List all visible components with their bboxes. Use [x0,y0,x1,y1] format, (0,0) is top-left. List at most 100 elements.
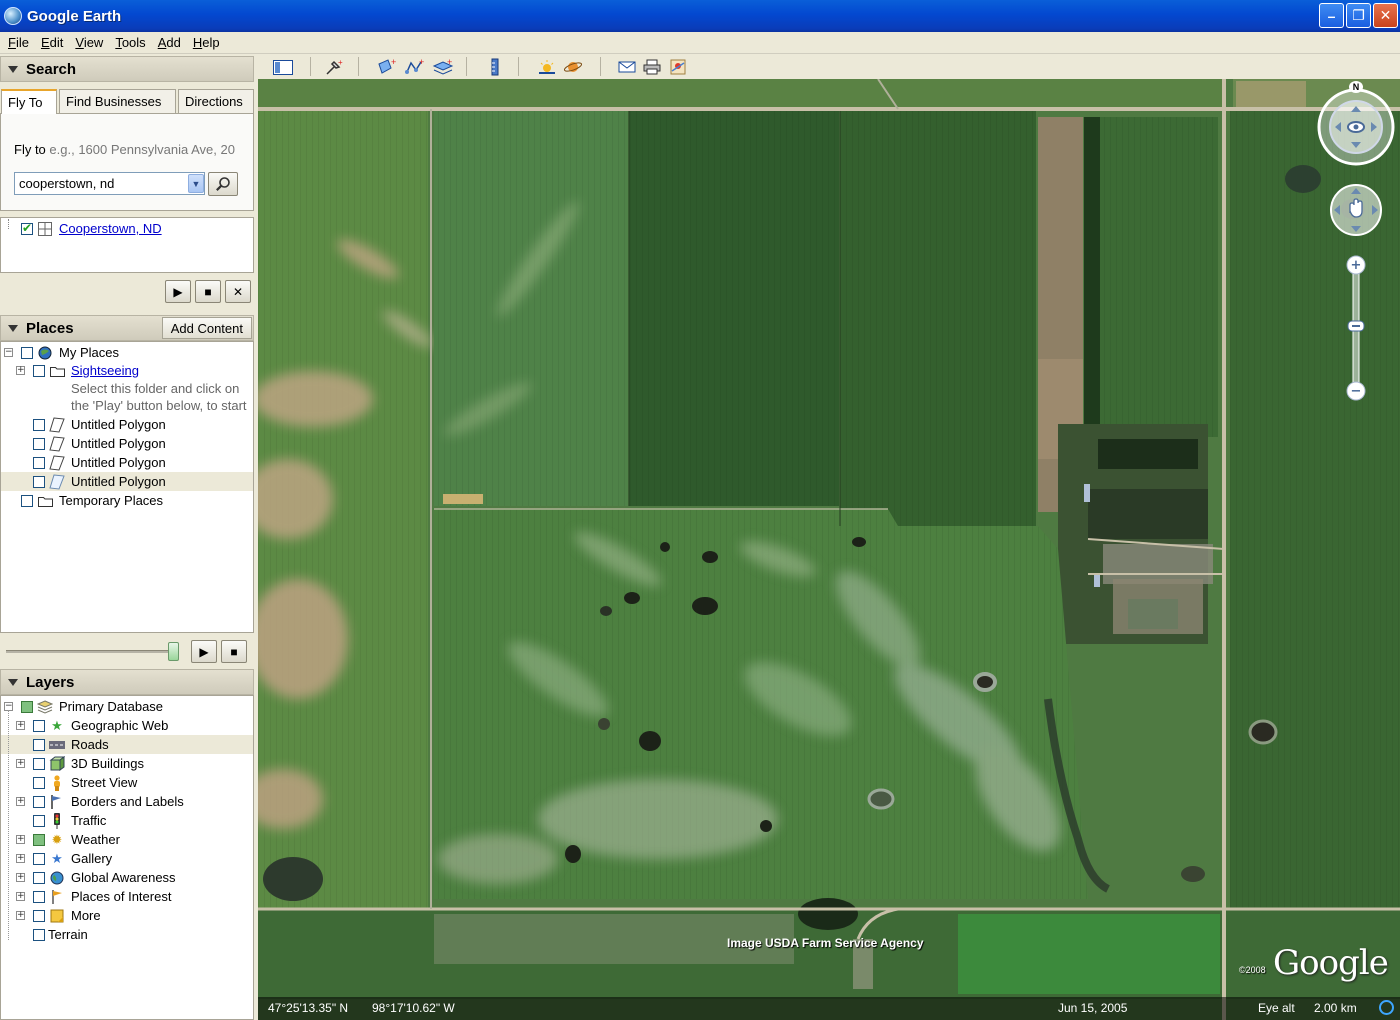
tree-item-polygon[interactable]: Untitled Polygon [1,453,253,472]
expand-icon[interactable]: + [16,366,25,375]
tree-checkbox[interactable] [33,928,45,941]
image-overlay-button[interactable]: + [432,57,454,77]
layer-weather[interactable]: + ✹ Weather [1,830,253,849]
play-tour-button[interactable]: ▶ [165,280,191,303]
tree-checkbox[interactable] [33,738,45,751]
menu-tools[interactable]: Tools [111,35,153,50]
menu-help[interactable]: Help [189,35,228,50]
tree-item-temporary-places[interactable]: Temporary Places [1,491,253,510]
play-button[interactable]: ▶ [191,640,217,663]
tree-checkbox[interactable] [33,418,45,431]
search-result-item[interactable]: Cooperstown, ND [1,219,253,238]
tree-item-polygon-selected[interactable]: Untitled Polygon [1,472,253,491]
tree-checkbox[interactable] [33,776,45,789]
tree-label[interactable]: Sightseeing [71,363,139,378]
layer-more[interactable]: + More [1,906,253,925]
dropdown-arrow-icon[interactable]: ▼ [188,174,204,193]
layer-terrain[interactable]: Terrain [1,925,253,944]
tree-checkbox[interactable] [33,456,45,469]
tree-checkbox[interactable] [33,833,45,846]
tree-checkbox[interactable] [33,814,45,827]
places-panel-header[interactable]: Places Add Content [0,315,254,341]
minimize-button[interactable]: – [1319,3,1344,28]
add-content-button[interactable]: Add Content [161,317,252,339]
search-panel-header[interactable]: Search [0,56,254,82]
tree-checkbox[interactable] [33,871,45,884]
expand-icon[interactable]: + [16,854,25,863]
tree-item-sightseeing[interactable]: + Sightseeing [1,361,253,380]
sunlight-button[interactable] [536,57,558,77]
add-path-button[interactable]: + [404,57,426,77]
expand-icon[interactable]: + [16,835,25,844]
tree-checkbox[interactable] [33,852,45,865]
result-checkbox[interactable] [21,221,33,235]
expand-icon[interactable]: + [16,873,25,882]
layer-roads[interactable]: Roads [1,735,253,754]
layer-street-view[interactable]: Street View [1,773,253,792]
tree-item-polygon[interactable]: Untitled Polygon [1,434,253,453]
tree-item-polygon[interactable]: Untitled Polygon [1,415,253,434]
placemark-button[interactable]: + [324,57,346,77]
layer-3d-buildings[interactable]: + 3D Buildings [1,754,253,773]
tree-checkbox[interactable] [33,364,45,377]
email-button[interactable] [616,57,638,77]
menu-file[interactable]: File [4,35,37,50]
menu-add[interactable]: Add [154,35,189,50]
clear-button[interactable]: ✕ [225,280,251,303]
expand-icon[interactable]: + [16,721,25,730]
tab-fly-to[interactable]: Fly To [1,89,57,114]
close-button[interactable]: ✕ [1373,3,1398,28]
stop-button[interactable]: ■ [195,280,221,303]
print-button[interactable] [641,57,663,77]
maximize-button[interactable]: ❐ [1346,3,1371,28]
collapse-icon[interactable]: − [4,348,13,357]
tab-find-businesses[interactable]: Find Businesses [59,89,176,113]
stop-button[interactable]: ■ [221,640,247,663]
tab-directions[interactable]: Directions [178,89,254,113]
tree-checkbox[interactable] [33,890,45,903]
tree-checkbox[interactable] [33,475,45,488]
layer-global-awareness[interactable]: + Global Awareness [1,868,253,887]
search-button[interactable] [208,172,238,196]
tree-checkbox[interactable] [21,494,33,507]
layer-places-of-interest[interactable]: + Places of Interest [1,887,253,906]
expand-icon[interactable]: + [16,911,25,920]
tree-checkbox[interactable] [33,719,45,732]
layer-gallery[interactable]: + ★ Gallery [1,849,253,868]
tour-slider-thumb[interactable] [168,642,179,661]
layer-traffic[interactable]: Traffic [1,811,253,830]
layer-borders-labels[interactable]: + Borders and Labels [1,792,253,811]
fly-to-input[interactable] [14,172,205,195]
sidebar-toggle-button[interactable] [272,57,294,77]
tree-label: Untitled Polygon [71,474,166,489]
layer-primary-database[interactable]: − Primary Database [1,697,253,716]
menu-edit[interactable]: Edit [37,35,71,50]
expand-icon[interactable]: + [16,797,25,806]
menu-view[interactable]: View [71,35,111,50]
imagery-date: Jun 15, 2005 [1058,1001,1128,1015]
ruler-button[interactable] [484,57,506,77]
view-in-maps-button[interactable] [667,57,689,77]
planets-button[interactable] [562,57,584,77]
expand-icon[interactable]: + [16,892,25,901]
tree-label: Untitled Polygon [71,417,166,432]
map-viewport[interactable]: N + − Image USDA Farm Service Agency ©20… [258,79,1400,1020]
tree-checkbox[interactable] [21,346,33,359]
layer-geographic-web[interactable]: + ★ Geographic Web [1,716,253,735]
tour-slider-track[interactable] [6,650,178,653]
satellite-imagery[interactable] [258,79,1400,1020]
layers-panel-title: Layers [26,673,75,691]
tree-checkbox[interactable] [33,757,45,770]
result-link[interactable]: Cooperstown, ND [59,221,162,236]
tree-checkbox[interactable] [33,909,45,922]
layers-panel-header[interactable]: Layers [0,669,254,695]
add-polygon-button[interactable]: + [376,57,398,77]
tree-checkbox[interactable] [33,795,45,808]
tree-checkbox[interactable] [33,437,45,450]
tree-checkbox[interactable] [21,700,33,713]
more-folder-icon [49,908,65,924]
north-indicator[interactable]: N [1349,81,1363,93]
expand-icon[interactable]: + [16,759,25,768]
google-logo: Google [1273,943,1389,983]
tree-item-my-places[interactable]: − My Places [1,343,253,362]
